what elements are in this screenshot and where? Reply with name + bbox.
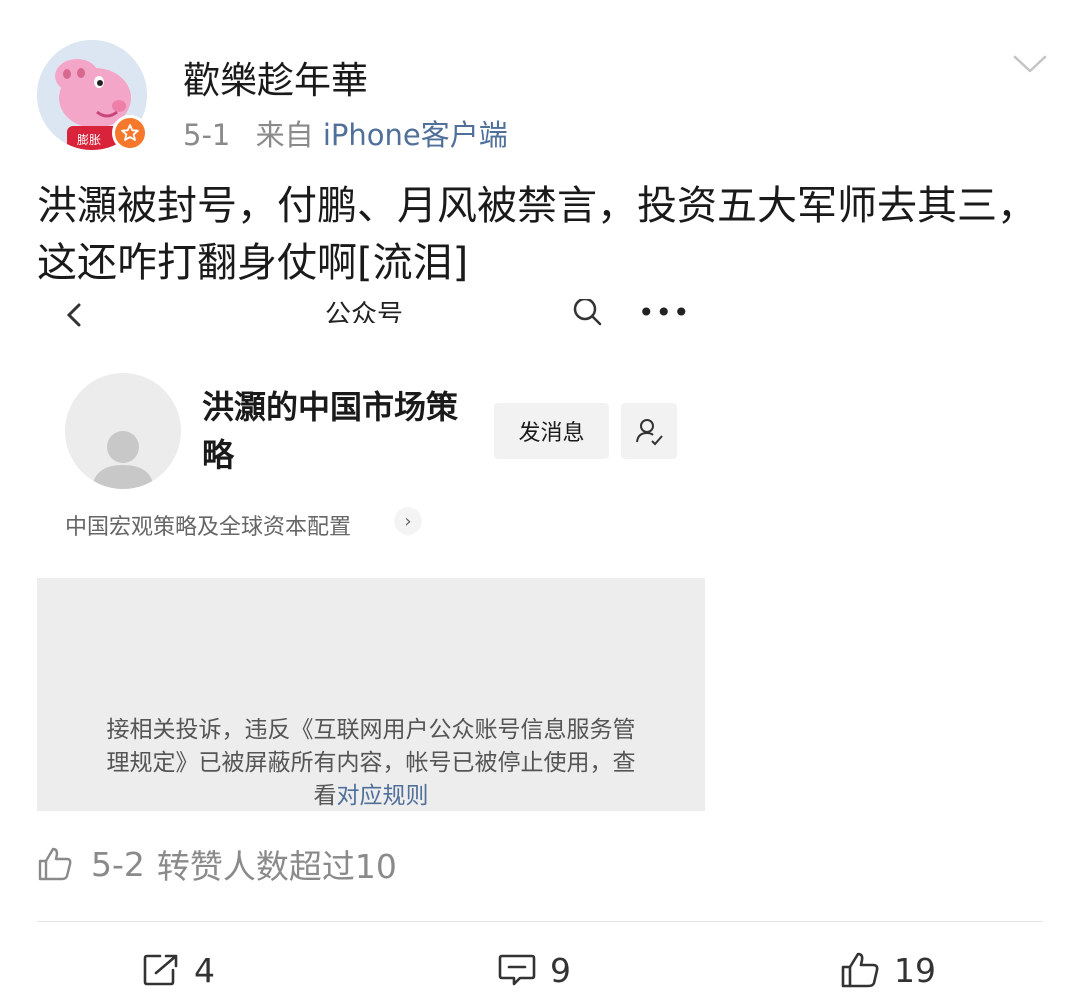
post-text: 洪灝被封号，付鹏、月风被禁言，投资五大军师去其三，这还咋打翻身仗啊[流泪] <box>37 183 1037 286</box>
description-arrow-icon: › <box>394 507 422 535</box>
blocked-notice-panel: 接相关投诉，违反《互联网用户公众账号信息服务管理规定》已被屏蔽所有内容，帐号已被… <box>37 578 705 811</box>
chevron-down-icon[interactable] <box>1012 52 1048 76</box>
forward-text: 转赞人数超过10 <box>156 847 397 886</box>
like-count: 19 <box>894 950 936 990</box>
divider <box>37 921 1043 922</box>
source-app-link[interactable]: iPhone客户端 <box>323 118 508 152</box>
search-icon <box>573 299 602 326</box>
forward-info: 5-2 转赞人数超过10 <box>37 842 397 886</box>
send-message-button: 发消息 <box>494 403 609 459</box>
account-avatar-placeholder <box>65 373 181 489</box>
share-count: 4 <box>194 950 215 990</box>
username[interactable]: 歡樂趁年華 <box>183 50 368 104</box>
forward-date: 5-2 <box>91 844 145 884</box>
account-name: 洪灝的中国市场策略 <box>202 388 459 474</box>
more-icon: ••• <box>638 296 691 329</box>
thumbs-up-icon <box>841 952 879 988</box>
comment-button[interactable]: 9 <box>498 948 571 992</box>
post-date: 5-1 <box>183 118 231 152</box>
post-meta: 5-1 来自 iPhone客户端 <box>183 112 508 154</box>
account-description: 中国宏观策略及全球资本配置 <box>65 515 352 540</box>
comment-count: 9 <box>550 950 571 990</box>
thumbs-up-icon <box>38 847 72 881</box>
share-button[interactable]: 4 <box>142 948 215 992</box>
embedded-screenshot[interactable]: 公众号 ••• 洪灝的中国市场策略 发消息 中国宏观策略及全球资本配置 › 接相… <box>37 295 705 811</box>
follow-person-icon <box>636 419 663 446</box>
like-button[interactable]: 19 <box>840 948 936 992</box>
blocked-notice-text: 接相关投诉，违反《互联网用户公众账号信息服务管理规定》已被屏蔽所有内容，帐号已被… <box>97 714 645 813</box>
vip-badge-icon <box>112 115 148 151</box>
follow-button <box>621 403 677 459</box>
comment-icon <box>498 954 536 986</box>
person-placeholder-icon <box>92 431 154 489</box>
embed-nav-title: 公众号 <box>325 300 404 323</box>
rule-link: 对应规则 <box>336 783 429 809</box>
source-prefix: 来自 <box>255 118 314 152</box>
back-arrow-icon <box>66 303 81 327</box>
avatar-tag-text: 膨胀 <box>77 133 101 147</box>
share-icon <box>143 954 178 986</box>
